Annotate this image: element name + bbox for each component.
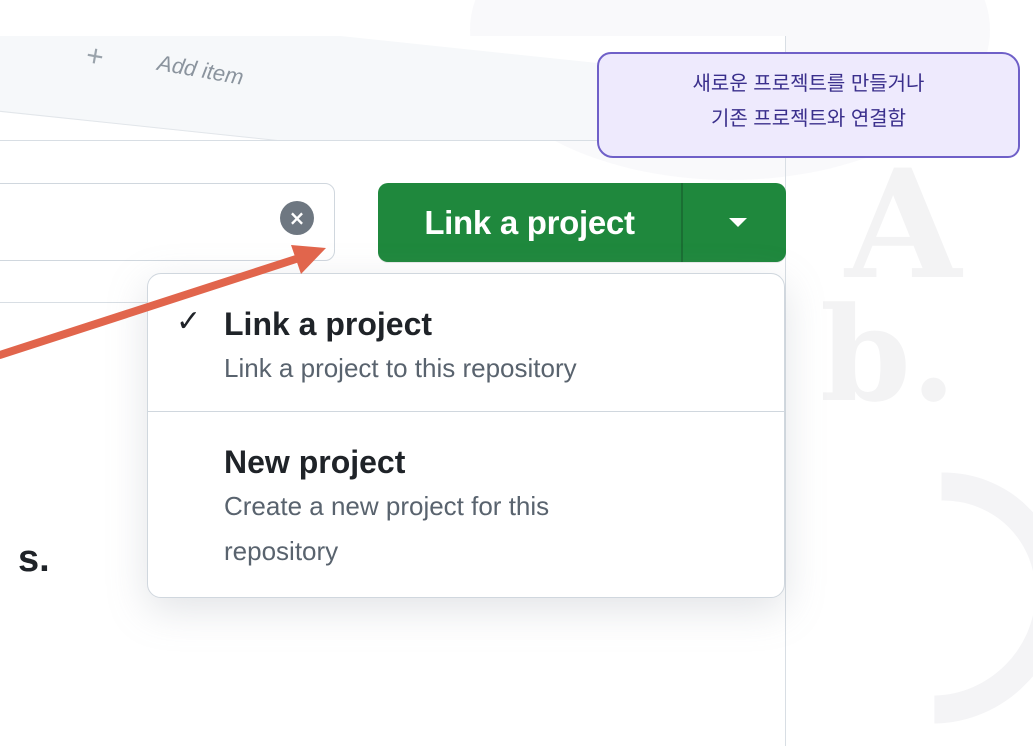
- background-decoration: [760, 420, 1033, 746]
- annotation-callout: 새로운 프로젝트를 만들거나 기존 프로젝트와 연결함: [597, 52, 1020, 158]
- menu-item-description: Link a project to this repository: [224, 353, 577, 383]
- checkmark-icon: ✓: [176, 304, 202, 339]
- caret-down-icon: [728, 218, 747, 227]
- background-watermark: b.: [820, 278, 957, 431]
- annotation-line: 기존 프로젝트와 연결함: [710, 108, 907, 130]
- menu-item-title: New project: [224, 444, 406, 480]
- cropped-heading-fragment: s.: [18, 538, 50, 580]
- clear-filter-icon[interactable]: ×: [280, 201, 314, 235]
- menu-item-description: Create a new project for this repository: [224, 491, 550, 566]
- menu-item-link-project[interactable]: ✓ Link a project Link a project to this …: [148, 302, 784, 391]
- project-options-menu: ✓ Link a project Link a project to this …: [147, 273, 785, 598]
- menu-divider: [148, 411, 784, 412]
- annotation-line: 새로운 프로젝트를 만들거나: [692, 73, 925, 95]
- section-divider: [0, 302, 150, 303]
- screenshot-stage: A b. + Add item × Link a project ✓ Link …: [0, 0, 1033, 746]
- project-options-dropdown-button[interactable]: [683, 183, 786, 262]
- link-project-split-button: Link a project: [378, 183, 786, 262]
- menu-item-title: Link a project: [224, 306, 433, 342]
- link-project-button[interactable]: Link a project: [378, 183, 683, 262]
- menu-item-new-project[interactable]: New project Create a new project for thi…: [148, 440, 784, 574]
